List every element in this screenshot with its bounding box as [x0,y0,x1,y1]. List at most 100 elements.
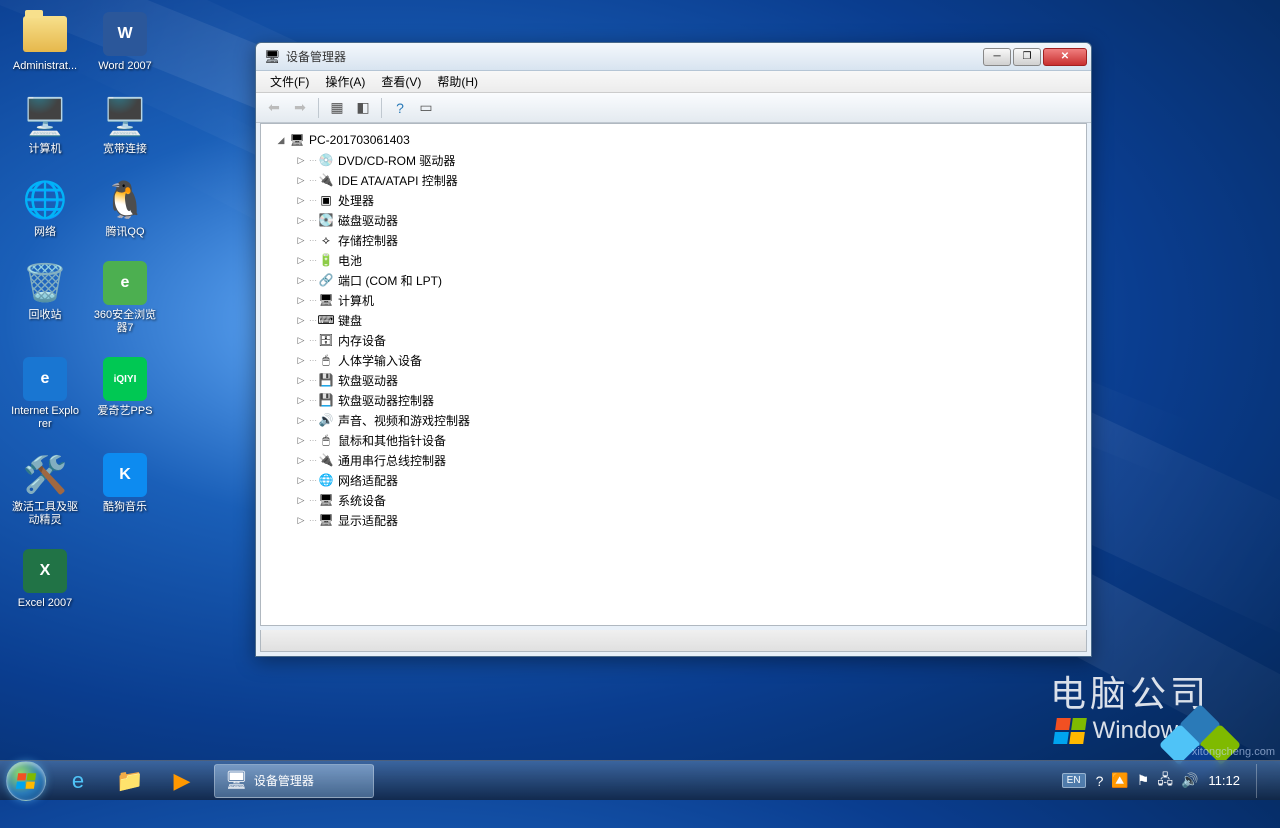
taskbar-item-device-manager[interactable]: 🖥 设备管理器 [214,764,374,798]
kugou-icon[interactable]: K酷狗音乐 [90,451,160,527]
top-tray-icon[interactable]: 🔼 [1111,772,1128,789]
word-2007-icon[interactable]: WWord 2007 [90,10,160,73]
device-category-icon: 💾 [318,372,334,388]
recycle-bin-icon[interactable]: 🗑️回收站 [10,259,80,335]
tree-node[interactable]: ▷⋯🖥显示适配器 [265,510,1082,530]
root-label: PC-201703061403 [309,133,410,147]
tree-node[interactable]: ▷⋯🔋电池 [265,250,1082,270]
tree-node[interactable]: ▷⋯🔌通用串行总线控制器 [265,450,1082,470]
excel-2007-icon[interactable]: XExcel 2007 [10,547,80,610]
administrator-icon-glyph [21,10,69,58]
help-button[interactable]: ? [388,96,412,120]
system-tray: EN ? 🔼 ⚑ 🖧 🔊 11:12 [1062,764,1274,798]
expand-icon[interactable]: ▷ [295,354,307,366]
tree-node[interactable]: ▷⋯▣处理器 [265,190,1082,210]
show-desktop-button[interactable] [1256,764,1268,798]
administrator-icon[interactable]: Administrat... [10,10,80,73]
expand-icon[interactable]: ▷ [295,494,307,506]
icon-label: 酷狗音乐 [103,501,147,514]
properties-button[interactable]: ◧ [351,96,375,120]
recycle-bin-icon-glyph: 🗑️ [21,259,69,307]
tree-node[interactable]: ▷⋯🖥系统设备 [265,490,1082,510]
tree-node[interactable]: ▷⋯🔗端口 (COM 和 LPT) [265,270,1082,290]
node-label: 存储控制器 [338,232,398,249]
tree-node[interactable]: ▷⋯🌐网络适配器 [265,470,1082,490]
refresh-button[interactable]: ▭ [414,96,438,120]
network-tray-icon[interactable]: 🖧 [1157,769,1173,793]
clock[interactable]: 11:12 [1208,773,1240,788]
device-category-icon: 🔌 [318,172,334,188]
expand-icon[interactable]: ▷ [295,514,307,526]
tree-node[interactable]: ▷⋯🖥计算机 [265,290,1082,310]
expand-icon[interactable]: ▷ [295,474,307,486]
device-category-icon: 🖥 [318,292,334,308]
collapse-icon[interactable]: ◢ [275,134,287,146]
expand-icon[interactable]: ▷ [295,254,307,266]
expand-icon[interactable]: ▷ [295,194,307,206]
tree-node[interactable]: ▷⋯⟡存储控制器 [265,230,1082,250]
expand-icon[interactable]: ▷ [295,154,307,166]
node-label: 软盘驱动器控制器 [338,392,434,409]
ie-pinned[interactable]: e [54,764,102,798]
broadband-icon[interactable]: 🖥️宽带连接 [90,93,160,156]
menubar: 文件(F)操作(A)查看(V)帮助(H) [256,71,1091,93]
computer-icon[interactable]: 🖥️计算机 [10,93,80,156]
expand-icon[interactable]: ▷ [295,334,307,346]
node-label: 显示适配器 [338,512,398,529]
tree-node[interactable]: ▷⋯🔌IDE ATA/ATAPI 控制器 [265,170,1082,190]
tree-node[interactable]: ▷⋯🖱鼠标和其他指针设备 [265,430,1082,450]
tree-node[interactable]: ▷⋯🔊声音、视频和游戏控制器 [265,410,1082,430]
tree-node[interactable]: ▷⋯🗄内存设备 [265,330,1082,350]
maximize-button[interactable] [1013,48,1041,66]
start-button[interactable] [6,761,46,801]
expand-icon[interactable]: ▷ [295,434,307,446]
expand-icon[interactable]: ▷ [295,454,307,466]
menu-帮助[interactable]: 帮助(H) [429,71,486,92]
menu-操作[interactable]: 操作(A) [317,71,373,92]
computer-node-icon: 🖥 [289,132,305,148]
expand-icon[interactable]: ▷ [295,174,307,186]
device-category-icon: ▣ [318,192,334,208]
device-category-icon: 🗄 [318,332,334,348]
network-icon[interactable]: 🌐网络 [10,176,80,239]
show-hidden-button[interactable]: ▦ [325,96,349,120]
titlebar[interactable]: 🖥 设备管理器 [256,43,1091,71]
word-2007-icon-glyph: W [101,10,149,58]
tree-node[interactable]: ▷⋯⌨键盘 [265,310,1082,330]
tree-node[interactable]: ▷⋯💾软盘驱动器 [265,370,1082,390]
tree-node[interactable]: ▷⋯💾软盘驱动器控制器 [265,390,1082,410]
qq-icon[interactable]: 🐧腾讯QQ [90,176,160,239]
tree-node[interactable]: ▷⋯🖱人体学输入设备 [265,350,1082,370]
broadband-icon-glyph: 🖥️ [101,93,149,141]
iqiyi-icon[interactable]: iQIYI爱奇艺PPS [90,355,160,431]
language-indicator[interactable]: EN [1062,773,1086,788]
flag-tray-icon[interactable]: ⚑ [1137,772,1150,789]
expand-icon[interactable]: ▷ [295,394,307,406]
expand-icon[interactable]: ▷ [295,294,307,306]
tree-root-node[interactable]: ◢🖥 PC-201703061403 [265,130,1082,150]
volume-tray-icon[interactable]: 🔊 [1181,772,1198,789]
expand-icon[interactable]: ▷ [295,274,307,286]
expand-icon[interactable]: ▷ [295,314,307,326]
expand-icon[interactable]: ▷ [295,374,307,386]
close-button[interactable] [1043,48,1087,66]
device-tree[interactable]: ◢🖥PC-201703061403▷⋯💿DVD/CD-ROM 驱动器▷⋯🔌IDE… [260,123,1087,626]
qq-icon-glyph: 🐧 [101,176,149,224]
taskbar: e📁▶ 🖥 设备管理器 EN ? 🔼 ⚑ 🖧 🔊 11:12 [0,760,1280,800]
expand-icon[interactable]: ▷ [295,414,307,426]
tree-node[interactable]: ▷⋯💽磁盘驱动器 [265,210,1082,230]
menu-文件[interactable]: 文件(F) [262,71,317,92]
help-tray-icon[interactable]: ? [1096,773,1104,789]
activation-icon[interactable]: 🛠️激活工具及驱动精灵 [10,451,80,527]
minimize-button[interactable] [983,48,1011,66]
expand-icon[interactable]: ▷ [295,234,307,246]
device-category-icon: 🔌 [318,452,334,468]
tree-node[interactable]: ▷⋯💿DVD/CD-ROM 驱动器 [265,150,1082,170]
360-browser-icon[interactable]: e360安全浏览器7 [90,259,160,335]
media-player-pinned[interactable]: ▶ [158,764,206,798]
ie-icon[interactable]: eInternet Explorer [10,355,80,431]
explorer-pinned[interactable]: 📁 [106,764,154,798]
expand-icon[interactable]: ▷ [295,214,307,226]
menu-查看[interactable]: 查看(V) [373,71,429,92]
device-category-icon: 🔋 [318,252,334,268]
